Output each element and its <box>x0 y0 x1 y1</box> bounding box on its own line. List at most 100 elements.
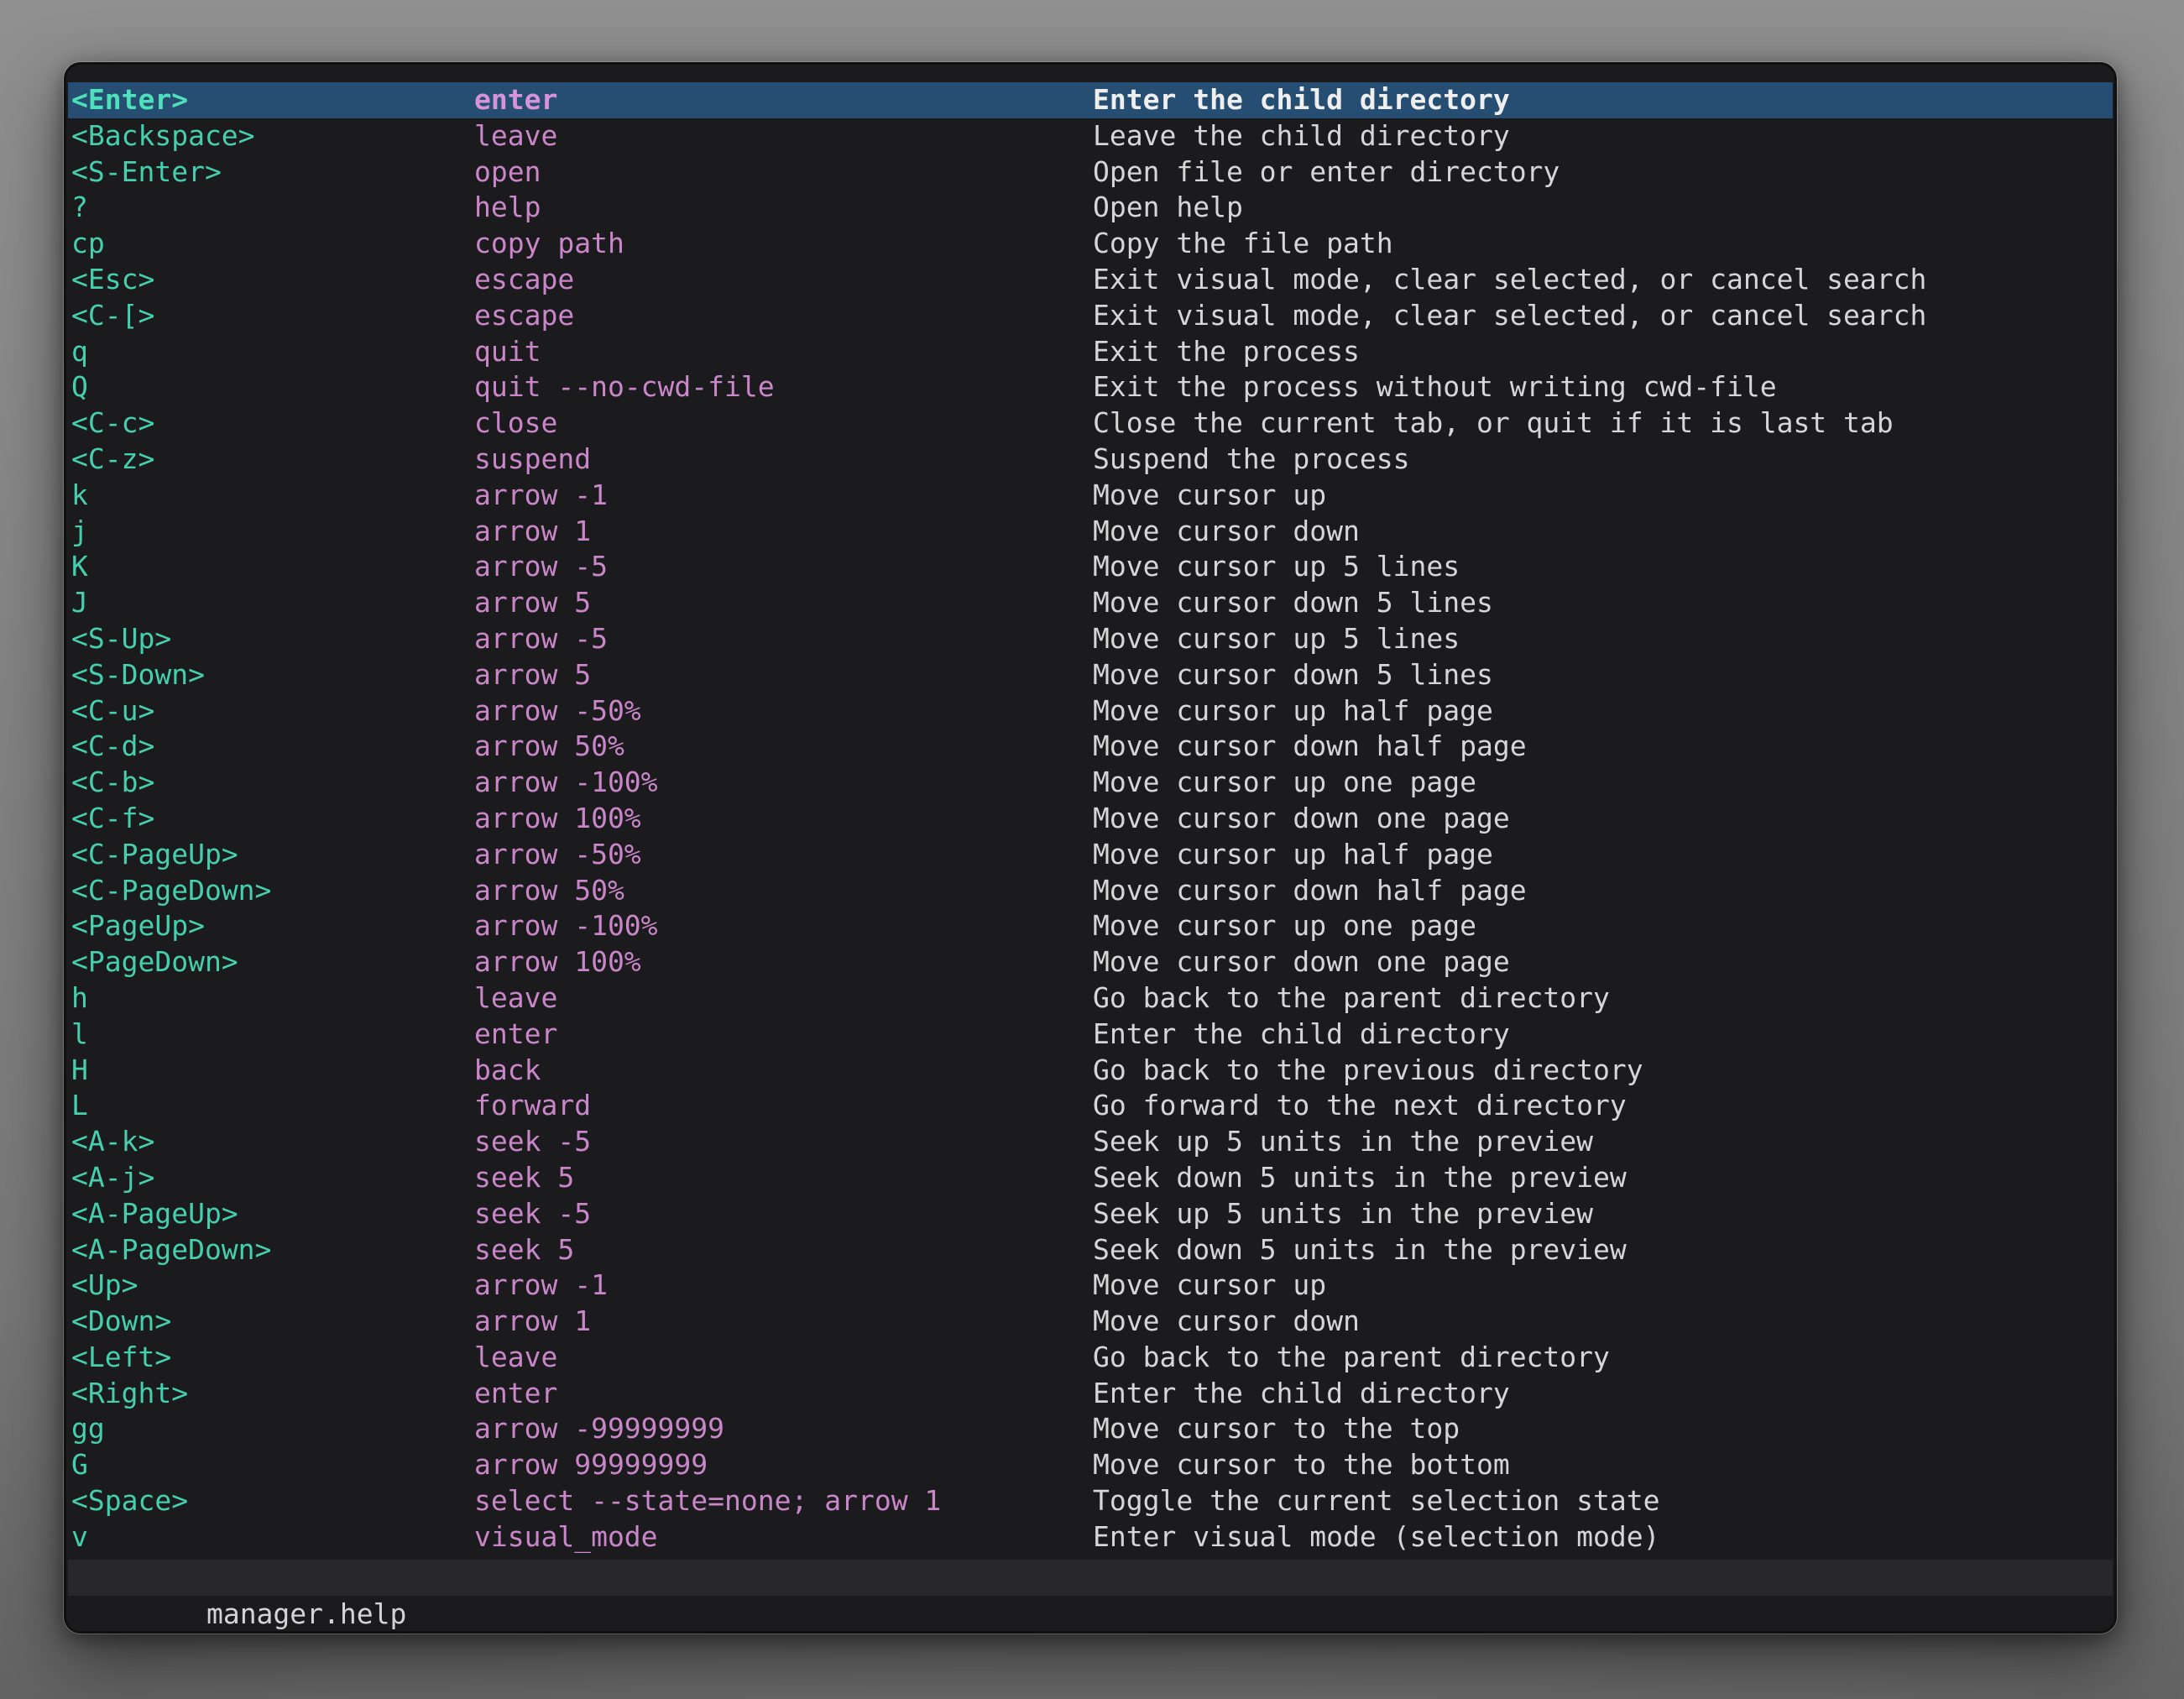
command-cell: arrow 5 <box>474 657 1093 693</box>
key-cell: l <box>71 1017 474 1053</box>
command-cell: forward <box>474 1088 1093 1124</box>
keybinding-row[interactable]: <PageUp> arrow -100% Move cursor up one … <box>68 908 2113 944</box>
command-cell: arrow 100% <box>474 944 1093 980</box>
keybinding-row[interactable]: <Space> select --state=none; arrow 1 Tog… <box>68 1483 2113 1519</box>
keybinding-row[interactable]: G arrow 99999999 Move cursor to the bott… <box>68 1447 2113 1483</box>
command-cell: arrow -50% <box>474 837 1093 873</box>
description-cell: Move cursor up 5 lines <box>1093 549 2113 585</box>
keybinding-row[interactable]: <Left> leave Go back to the parent direc… <box>68 1340 2113 1376</box>
keybinding-row[interactable]: <Right> enter Enter the child directory <box>68 1376 2113 1412</box>
keybinding-row[interactable]: v visual_mode Enter visual mode (selecti… <box>68 1519 2113 1555</box>
keybinding-row[interactable]: <Down> arrow 1 Move cursor down <box>68 1304 2113 1340</box>
description-cell: Suspend the process <box>1093 442 2113 478</box>
terminal-window: <Enter> enter Enter the child directory … <box>64 62 2117 1634</box>
keybinding-row[interactable]: <C-d> arrow 50% Move cursor down half pa… <box>68 729 2113 765</box>
keybinding-row[interactable]: <C-z> suspend Suspend the process <box>68 442 2113 478</box>
command-cell: arrow 1 <box>474 514 1093 550</box>
description-cell: Leave the child directory <box>1093 118 2113 154</box>
command-cell: arrow -1 <box>474 1268 1093 1304</box>
keybinding-row[interactable]: h leave Go back to the parent directory <box>68 980 2113 1017</box>
key-cell: <C-d> <box>71 729 474 765</box>
key-cell: <C-u> <box>71 693 474 729</box>
keybinding-row[interactable]: <C-[> escape Exit visual mode, clear sel… <box>68 298 2113 334</box>
command-cell: escape <box>474 298 1093 334</box>
description-cell: Seek down 5 units in the preview <box>1093 1160 2113 1196</box>
keybinding-row[interactable]: <S-Down> arrow 5 Move cursor down 5 line… <box>68 657 2113 693</box>
key-cell: <A-PageDown> <box>71 1232 474 1268</box>
description-cell: Go forward to the next directory <box>1093 1088 2113 1124</box>
keybinding-row[interactable]: <S-Enter> open Open file or enter direct… <box>68 154 2113 191</box>
keybinding-row[interactable]: <C-c> close Close the current tab, or qu… <box>68 405 2113 442</box>
command-cell: arrow -99999999 <box>474 1411 1093 1447</box>
keybinding-row[interactable]: <C-b> arrow -100% Move cursor up one pag… <box>68 765 2113 801</box>
key-cell: ? <box>71 190 474 226</box>
keybinding-row[interactable]: <S-Up> arrow -5 Move cursor up 5 lines <box>68 621 2113 657</box>
command-cell: leave <box>474 118 1093 154</box>
keybinding-row[interactable]: <Up> arrow -1 Move cursor up <box>68 1268 2113 1304</box>
description-cell: Move cursor up half page <box>1093 693 2113 729</box>
key-cell: <Esc> <box>71 262 474 298</box>
description-cell: Move cursor up 5 lines <box>1093 621 2113 657</box>
keybinding-row[interactable]: <A-PageUp> seek -5 Seek up 5 units in th… <box>68 1196 2113 1232</box>
keybinding-row[interactable]: <Esc> escape Exit visual mode, clear sel… <box>68 262 2113 298</box>
description-cell: Close the current tab, or quit if it is … <box>1093 405 2113 442</box>
key-cell: cp <box>71 226 474 262</box>
command-cell: arrow -100% <box>474 908 1093 944</box>
description-cell: Move cursor up half page <box>1093 837 2113 873</box>
keybinding-row[interactable]: <A-j> seek 5 Seek down 5 units in the pr… <box>68 1160 2113 1196</box>
keybinding-row[interactable]: Q quit --no-cwd-file Exit the process wi… <box>68 369 2113 405</box>
keybinding-row[interactable]: q quit Exit the process <box>68 334 2113 370</box>
command-cell: arrow -5 <box>474 621 1093 657</box>
command-cell: arrow -5 <box>474 549 1093 585</box>
status-bar: manager.help <box>68 1560 2113 1596</box>
keybinding-row[interactable]: j arrow 1 Move cursor down <box>68 514 2113 550</box>
keybinding-row[interactable]: <A-k> seek -5 Seek up 5 units in the pre… <box>68 1124 2113 1160</box>
keybinding-row[interactable]: gg arrow -99999999 Move cursor to the to… <box>68 1411 2113 1447</box>
key-cell: <Enter> <box>71 82 474 118</box>
keybinding-row[interactable]: K arrow -5 Move cursor up 5 lines <box>68 549 2113 585</box>
command-cell: open <box>474 154 1093 191</box>
command-cell: seek 5 <box>474 1232 1093 1268</box>
key-cell: <S-Enter> <box>71 154 474 191</box>
description-cell: Enter visual mode (selection mode) <box>1093 1519 2113 1555</box>
keybinding-row[interactable]: <C-PageUp> arrow -50% Move cursor up hal… <box>68 837 2113 873</box>
keybinding-row[interactable]: cp copy path Copy the file path <box>68 226 2113 262</box>
command-cell: quit --no-cwd-file <box>474 369 1093 405</box>
keybinding-row[interactable]: <Backspace> leave Leave the child direct… <box>68 118 2113 154</box>
description-cell: Go back to the parent directory <box>1093 1340 2113 1376</box>
key-cell: <Down> <box>71 1304 474 1340</box>
key-cell: <A-k> <box>71 1124 474 1160</box>
keybinding-row[interactable]: <PageDown> arrow 100% Move cursor down o… <box>68 944 2113 980</box>
keybinding-row[interactable]: <Enter> enter Enter the child directory <box>68 82 2113 118</box>
keybinding-row[interactable]: l enter Enter the child directory <box>68 1017 2113 1053</box>
command-cell: close <box>474 405 1093 442</box>
keybinding-row[interactable]: <C-u> arrow -50% Move cursor up half pag… <box>68 693 2113 729</box>
command-cell: arrow 100% <box>474 801 1093 837</box>
keybinding-row[interactable]: L forward Go forward to the next directo… <box>68 1088 2113 1124</box>
command-cell: quit <box>474 334 1093 370</box>
command-cell: leave <box>474 1340 1093 1376</box>
key-cell: <Up> <box>71 1268 474 1304</box>
key-cell: H <box>71 1053 474 1089</box>
command-cell: suspend <box>474 442 1093 478</box>
description-cell: Move cursor down one page <box>1093 944 2113 980</box>
keybinding-row[interactable]: <A-PageDown> seek 5 Seek down 5 units in… <box>68 1232 2113 1268</box>
keybinding-row[interactable]: <C-PageDown> arrow 50% Move cursor down … <box>68 873 2113 909</box>
key-cell: L <box>71 1088 474 1124</box>
key-cell: q <box>71 334 474 370</box>
command-cell: enter <box>474 1376 1093 1412</box>
keybinding-row[interactable]: H back Go back to the previous directory <box>68 1053 2113 1089</box>
command-cell: arrow 99999999 <box>474 1447 1093 1483</box>
key-cell: <C-z> <box>71 442 474 478</box>
description-cell: Move cursor down one page <box>1093 801 2113 837</box>
description-cell: Seek down 5 units in the preview <box>1093 1232 2113 1268</box>
key-cell: J <box>71 585 474 621</box>
keybinding-row[interactable]: J arrow 5 Move cursor down 5 lines <box>68 585 2113 621</box>
description-cell: Move cursor down 5 lines <box>1093 657 2113 693</box>
keybinding-row[interactable]: k arrow -1 Move cursor up <box>68 478 2113 514</box>
key-cell: Q <box>71 369 474 405</box>
keybinding-row[interactable]: <C-f> arrow 100% Move cursor down one pa… <box>68 801 2113 837</box>
keybinding-row[interactable]: ? help Open help <box>68 190 2113 226</box>
description-cell: Enter the child directory <box>1093 82 2113 118</box>
description-cell: Exit visual mode, clear selected, or can… <box>1093 298 2113 334</box>
